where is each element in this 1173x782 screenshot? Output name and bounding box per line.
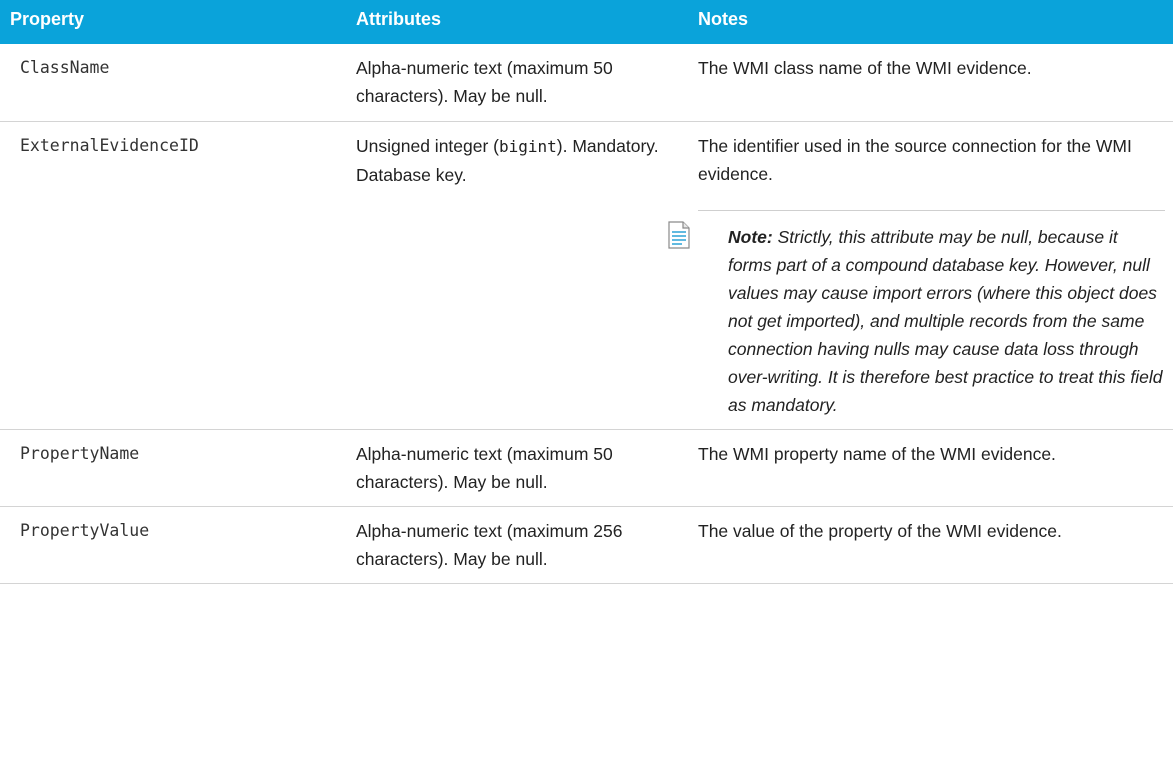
attributes-cell: Unsigned integer (bigint). Mandatory. Da… — [348, 121, 690, 430]
note-text: Strictly, this attribute may be null, be… — [728, 226, 1163, 415]
table-row: ClassName Alpha-numeric text (maximum 50… — [0, 44, 1173, 122]
attributes-cell: Alpha-numeric text (maximum 50 character… — [348, 429, 690, 507]
notes-text: The identifier used in the source connec… — [698, 135, 1132, 184]
attributes-text-pre: Unsigned integer ( — [356, 135, 499, 156]
table-row: PropertyName Alpha-numeric text (maximum… — [0, 429, 1173, 507]
note-callout: Note: Strictly, this attribute may be nu… — [668, 209, 1165, 419]
property-cell: PropertyValue — [0, 506, 348, 584]
property-cell: ClassName — [0, 44, 348, 122]
header-property: Property — [10, 9, 85, 29]
table-header-row: Property Attributes Notes — [0, 0, 1173, 44]
property-cell: ExternalEvidenceID — [0, 121, 348, 430]
attributes-cell: Alpha-numeric text (maximum 256 characte… — [348, 506, 690, 584]
notes-cell: The identifier used in the source connec… — [668, 121, 1173, 430]
property-cell: PropertyName — [0, 429, 348, 507]
table-row: PropertyValue Alpha-numeric text (maximu… — [0, 506, 1173, 584]
header-notes: Notes — [698, 9, 749, 29]
notes-cell: The WMI property name of the WMI evidenc… — [690, 429, 1173, 507]
table-row: ExternalEvidenceID Unsigned integer (big… — [0, 121, 1173, 430]
attributes-cell: Alpha-numeric text (maximum 50 character… — [348, 44, 690, 122]
notes-cell: The value of the property of the WMI evi… — [690, 506, 1173, 584]
header-attributes: Attributes — [356, 9, 441, 29]
attributes-code: bigint — [499, 136, 557, 156]
note-document-icon — [668, 220, 720, 249]
notes-cell: The WMI class name of the WMI evidence. — [690, 44, 1173, 122]
note-label: Note: — [728, 226, 773, 247]
property-table: Property Attributes Notes ClassName Alph… — [0, 0, 1173, 584]
